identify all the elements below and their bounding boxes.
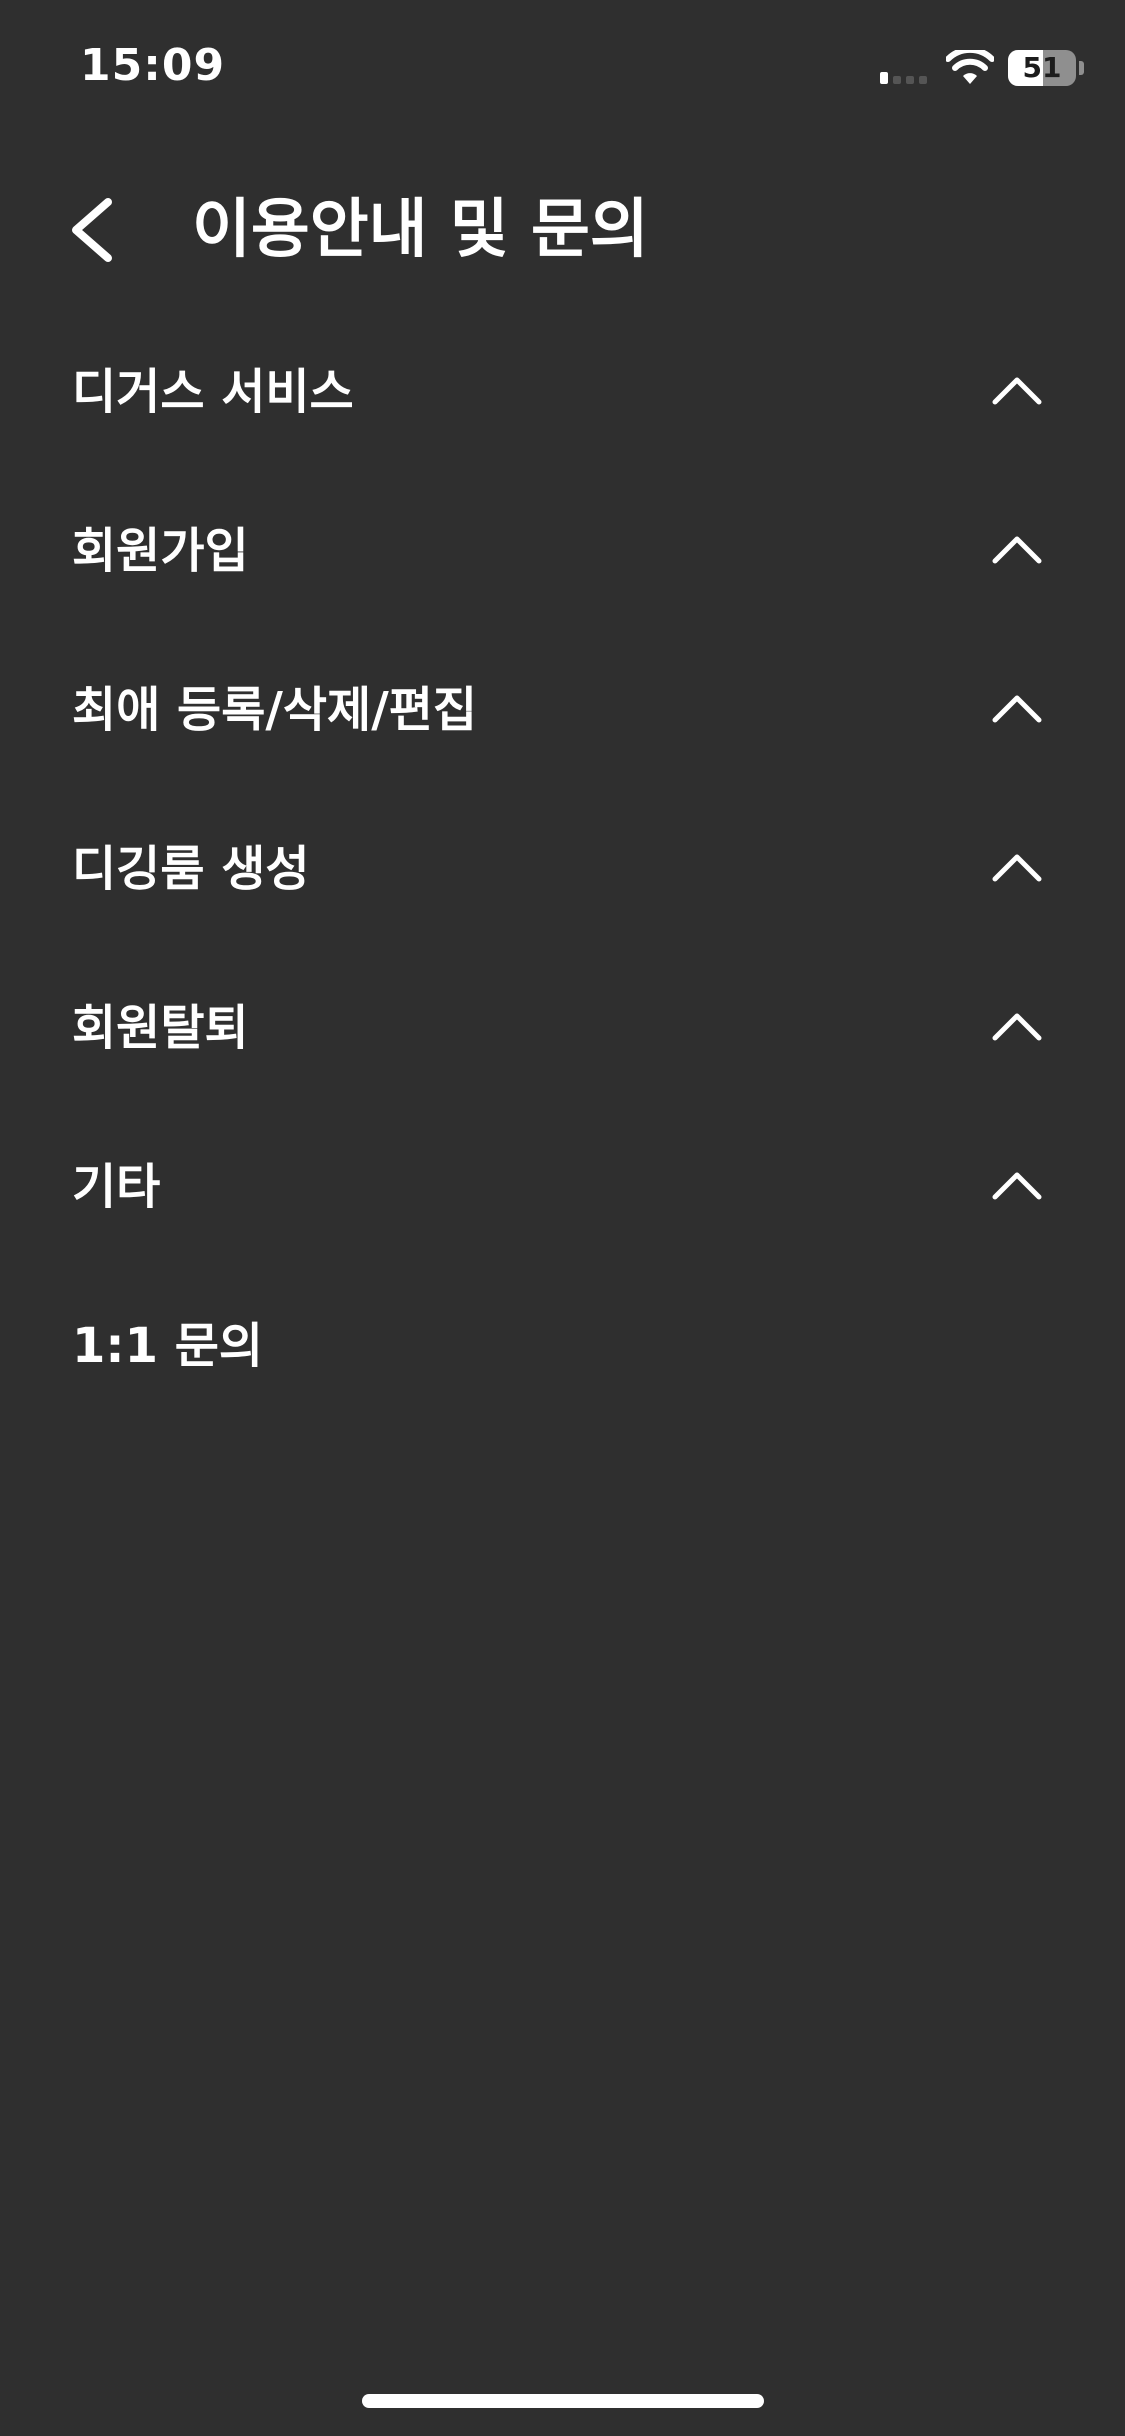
chevron-up-icon [992, 695, 1042, 723]
faq-item-one-to-one-inquiry[interactable]: 1:1 문의 [0, 1274, 1125, 1433]
faq-item-favorite-edit[interactable]: 최애 등록/삭제/편집 [0, 638, 1125, 797]
back-button[interactable] [60, 188, 130, 272]
faq-item-label: 1:1 문의 [72, 1318, 264, 1374]
chevron-left-icon [72, 198, 112, 262]
page-title: 이용안내 및 문의 [192, 193, 649, 267]
faq-item-label: 최애 등록/삭제/편집 [72, 682, 478, 738]
faq-item-signup[interactable]: 회원가입 [0, 479, 1125, 638]
battery-indicator: 51 [1008, 50, 1076, 86]
status-bar: 15:09 51 [0, 0, 1125, 140]
faq-item-label: 기타 [72, 1159, 161, 1215]
battery-tip [1079, 61, 1084, 75]
chevron-up-icon [992, 536, 1042, 564]
chevron-up-icon [992, 1172, 1042, 1200]
wifi-icon [946, 50, 994, 84]
home-indicator[interactable] [362, 2394, 764, 2408]
cellular-signal-icon [880, 72, 927, 84]
chevron-up-icon [992, 854, 1042, 882]
faq-item-label: 디거스 서비스 [72, 364, 354, 420]
faq-item-label: 회원탈퇴 [72, 1000, 249, 1056]
faq-item-digging-room[interactable]: 디깅룸 생성 [0, 797, 1125, 956]
faq-list: 디거스 서비스 회원가입 최애 등록/삭제/편집 디깅룸 생성 회원탈퇴 기타 [0, 320, 1125, 1433]
faq-item-digus-service[interactable]: 디거스 서비스 [0, 320, 1125, 479]
faq-item-etc[interactable]: 기타 [0, 1115, 1125, 1274]
status-time: 15:09 [80, 40, 226, 91]
faq-item-label: 디깅룸 생성 [72, 841, 310, 897]
chevron-up-icon [992, 1013, 1042, 1041]
battery-level: 51 [1022, 51, 1062, 84]
faq-item-withdrawal[interactable]: 회원탈퇴 [0, 956, 1125, 1115]
header: 이용안내 및 문의 [0, 170, 1125, 290]
faq-item-label: 회원가입 [72, 523, 249, 579]
chevron-up-icon [992, 377, 1042, 405]
